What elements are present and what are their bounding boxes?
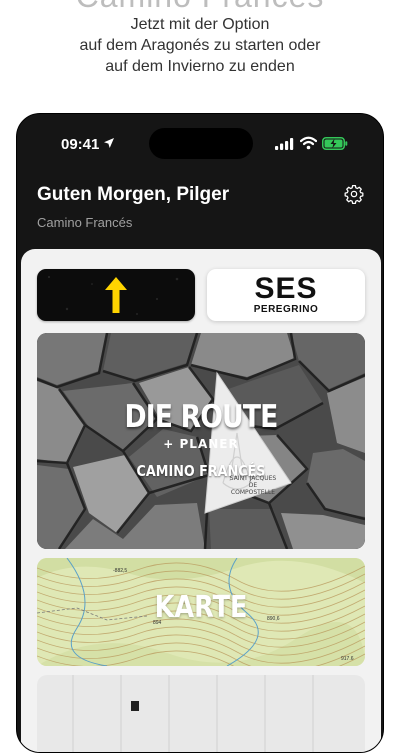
content-panel: SES PEREGRINO DIE ROUTE + PLANER CAMINO …	[21, 249, 381, 752]
status-time: 09:41	[61, 136, 100, 153]
promo-subtitle-line: Jetzt mit der Option	[130, 16, 270, 33]
route-title: DIE ROUTE	[124, 399, 278, 435]
app-header: Guten Morgen, Pilger Camino Francés	[37, 184, 229, 230]
grid-pattern	[72, 675, 314, 752]
greeting-title: Guten Morgen, Pilger	[37, 184, 230, 205]
wifi-icon	[300, 136, 317, 150]
location-arrow-icon	[104, 138, 114, 148]
cellular-signal-icon	[275, 138, 294, 150]
arrow-tile[interactable]	[37, 269, 195, 321]
promo-subtitle: Jetzt mit der Option auf dem Aragonés zu…	[0, 14, 400, 77]
next-tile[interactable]	[37, 675, 365, 752]
pennant-text-line: SAINT JACQUES	[229, 475, 277, 482]
route-caption: CAMINO FRANCÉS	[136, 462, 266, 480]
yellow-up-arrow-icon	[105, 277, 127, 313]
pennant-text: SAINT JACQUES DE COMPOSTELLE	[220, 475, 286, 496]
promo-subtitle-line: auf dem Aragonés zu starten oder	[79, 37, 321, 54]
map-title: KARTE	[154, 590, 248, 625]
route-planner-tile[interactable]: DIE ROUTE + PLANER CAMINO FRANCÉS SAINT …	[37, 333, 365, 549]
ses-peregrino-tile[interactable]: SES PEREGRINO	[207, 269, 365, 321]
phone-frame: 09:41 Guten Morgen, Pilger Camino Francé…	[16, 113, 384, 753]
promo-heading: Camino Francés	[0, 0, 400, 15]
route-subtitle: + PLANER	[163, 437, 239, 451]
battery-charging-icon	[322, 137, 348, 150]
gear-icon[interactable]	[344, 184, 364, 204]
pennant-text-line: COMPOSTELLE	[230, 489, 276, 496]
map-tile[interactable]: -882,5 894 890,6 917.6 KARTE	[37, 558, 365, 666]
ses-logo-subtitle: PEREGRINO	[253, 304, 319, 315]
promo-subtitle-line: auf dem Invierno zu enden	[105, 58, 295, 75]
pennant-text-line: DE	[248, 482, 258, 489]
route-label: Camino Francés	[37, 215, 133, 230]
map-elevation-label: 917.6	[341, 656, 354, 662]
status-bar: 09:41	[17, 114, 383, 172]
ses-logo-title: SES	[254, 272, 318, 305]
dynamic-island	[149, 128, 253, 159]
map-elevation-label: -882,5	[113, 568, 128, 574]
